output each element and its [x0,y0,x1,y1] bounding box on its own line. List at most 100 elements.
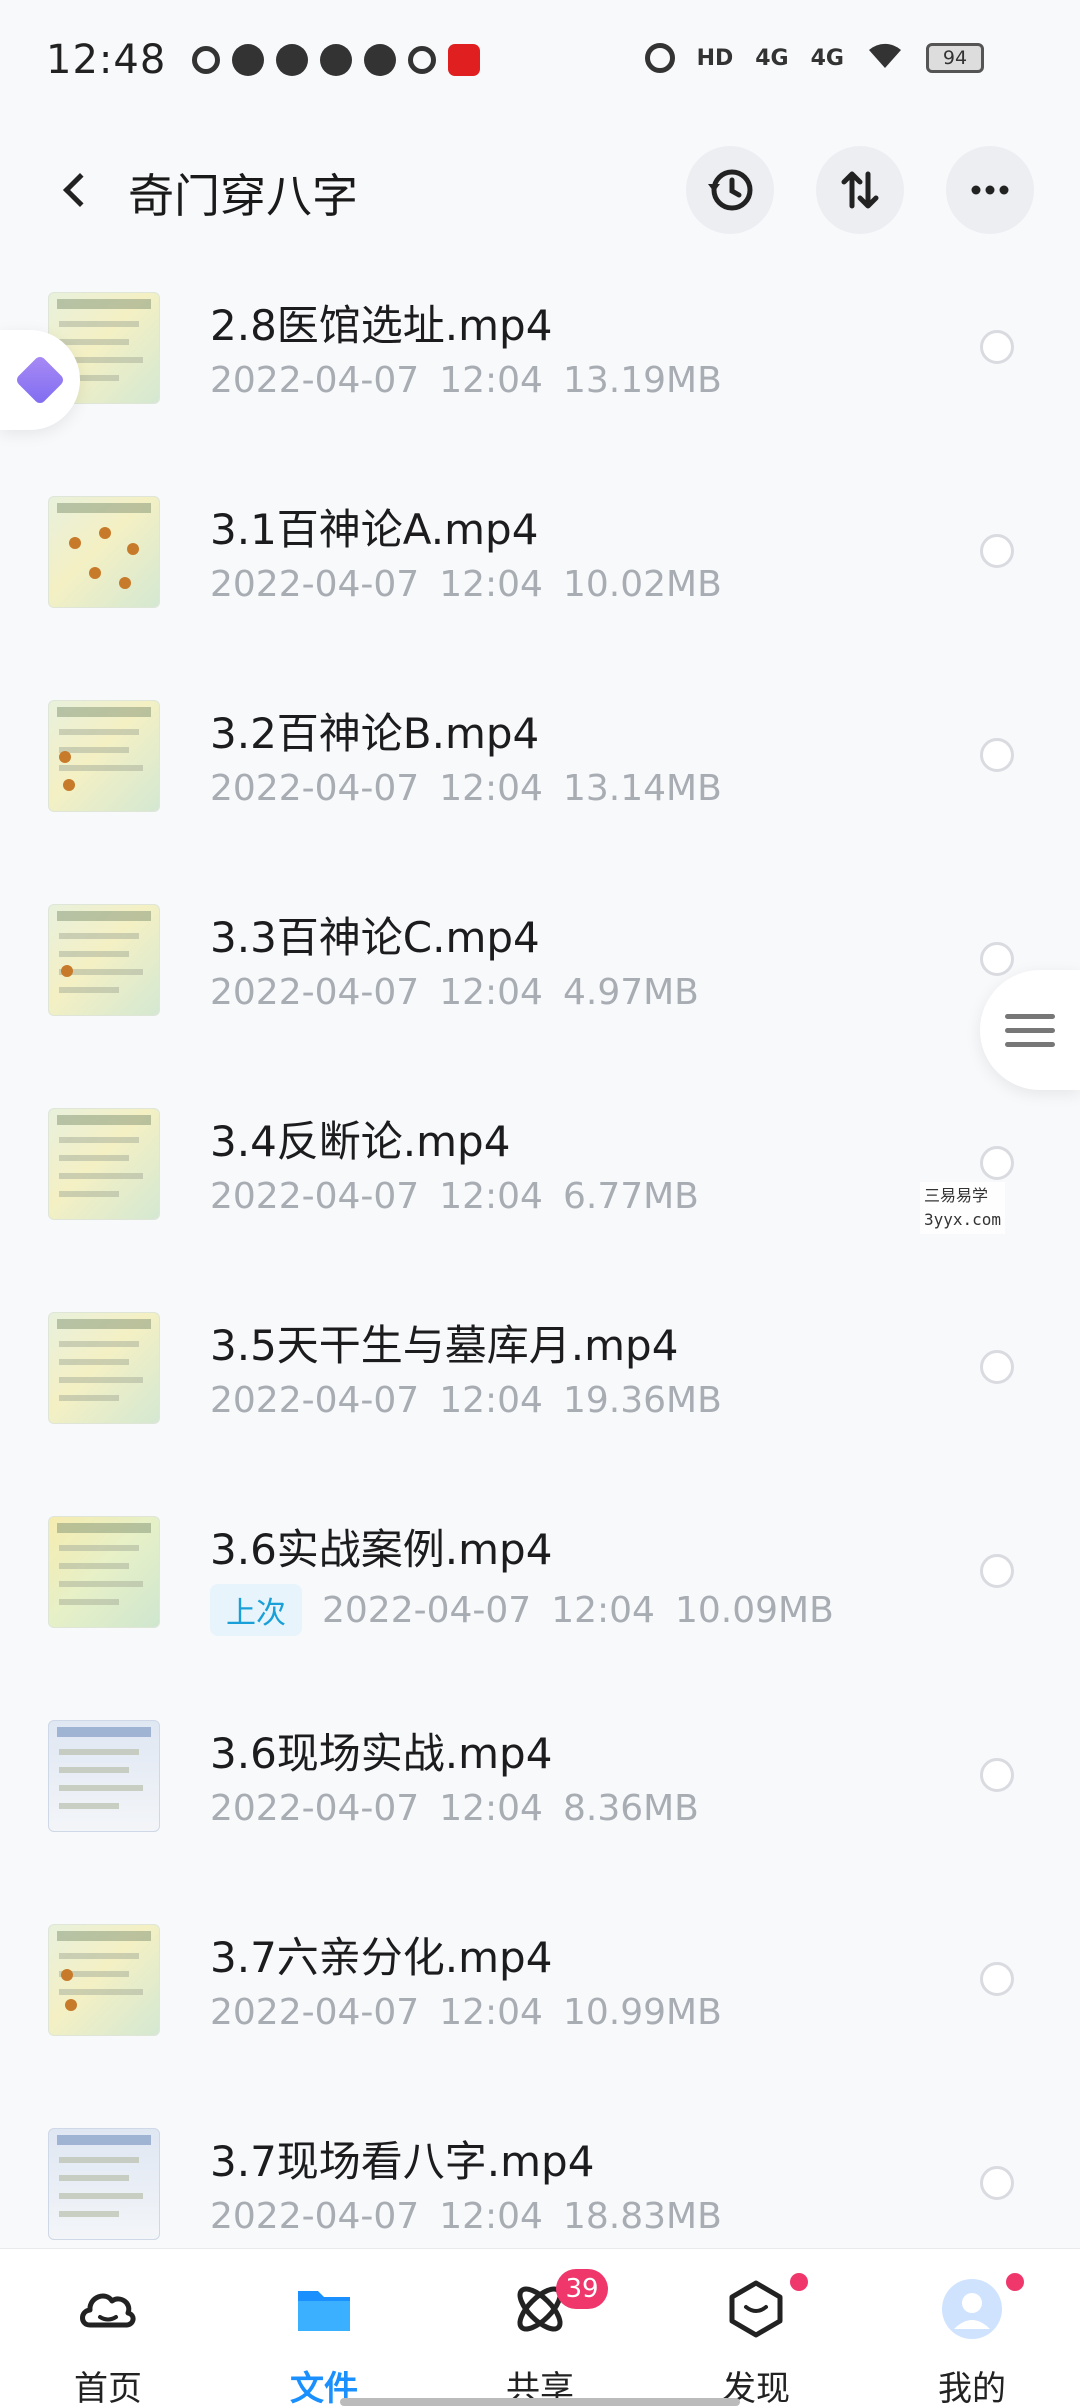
select-radio[interactable] [980,942,1014,976]
select-radio[interactable] [980,1758,1014,1792]
cloud-home-icon [80,2293,136,2328]
video-thumbnail [48,496,160,608]
select-radio[interactable] [980,738,1014,772]
file-date: 2022-04-07 [210,768,420,809]
video-thumbnail [48,1720,160,1832]
file-name: 2.8医馆选址.mp4 [210,301,553,350]
select-radio[interactable] [980,1554,1014,1588]
wifi-icon [866,40,904,76]
file-meta: 2022-04-07 12:04 6.77MB [210,1176,699,1217]
app-header: 奇门穿八字 [0,140,1080,240]
file-time: 12:04 [439,972,543,1013]
video-thumbnail [48,1108,160,1220]
tab-home[interactable]: 首页 [38,2277,178,2408]
file-meta: 2022-04-07 12:04 4.97MB [210,972,699,1013]
status-right: HD 4G 4G 94 [644,40,984,76]
file-row[interactable]: 3.7六亲分化.mp4 2022-04-07 12:04 10.99MB [0,1892,1080,2096]
diamond-icon [14,354,66,406]
file-name: 3.7现场看八字.mp4 [210,2137,595,2186]
notification-icons [192,44,481,76]
file-list: 2.8医馆选址.mp4 2022-04-07 12:04 13.19MB 3.1… [0,260,1080,2300]
file-date: 2022-04-07 [210,360,420,401]
alarm-icon [644,43,675,73]
file-date: 2022-04-07 [210,2196,420,2237]
file-meta: 2022-04-07 12:04 8.36MB [210,1788,699,1829]
back-icon [63,173,97,207]
file-row[interactable]: 3.6现场实战.mp4 2022-04-07 12:04 8.36MB [0,1688,1080,1892]
cloud-icon [364,44,397,76]
file-meta: 2022-04-07 12:04 19.36MB [210,1380,722,1421]
file-size: 13.14MB [562,768,722,809]
hd-label: HD [696,45,734,71]
file-size: 10.99MB [562,1992,722,2033]
video-thumbnail [48,1924,160,2036]
tab-label: 我的 [938,2369,1006,2408]
file-time: 12:04 [439,360,543,401]
file-size: 13.19MB [562,360,722,401]
select-radio[interactable] [980,534,1014,568]
file-size: 10.02MB [562,564,722,605]
tab-files[interactable]: 文件 [254,2277,394,2408]
file-date: 2022-04-07 [210,564,420,605]
file-row[interactable]: 2.8医馆选址.mp4 2022-04-07 12:04 13.19MB [0,260,1080,464]
signal-4g-1: 4G [755,45,789,71]
file-time: 12:04 [439,2196,543,2237]
link-icon [408,46,437,74]
last-viewed-badge: 上次 [210,1584,302,1636]
compass-icon [232,44,265,76]
file-row[interactable]: 3.5天干生与墓库月.mp4 2022-04-07 12:04 19.36MB [0,1280,1080,1484]
file-time: 12:04 [439,1176,543,1217]
tab-discover[interactable]: 发现 [686,2273,826,2408]
more-button[interactable] [946,146,1034,234]
signal-4g-2: 4G [810,45,844,71]
file-row[interactable]: 3.6实战案例.mp4 上次 2022-04-07 12:04 10.09MB [0,1484,1080,1688]
share-count-badge: 39 [556,2269,608,2309]
video-thumbnail [48,700,160,812]
battery-indicator: 94 [926,43,984,73]
file-date: 2022-04-07 [210,972,420,1013]
history-button[interactable] [686,146,774,234]
file-row[interactable]: 3.2百神论B.mp4 2022-04-07 12:04 13.14MB [0,668,1080,872]
app-icon [276,44,309,76]
file-date: 2022-04-07 [210,1788,420,1829]
file-name: 3.3百神论C.mp4 [210,913,540,962]
file-meta: 2022-04-07 12:04 18.83MB [210,2196,722,2237]
menu-line-icon [1005,1013,1055,1019]
home-indicator [340,2398,740,2406]
video-thumbnail [48,1312,160,1424]
tab-share[interactable]: 39 共享 [470,2269,610,2408]
file-name: 3.6现场实战.mp4 [210,1729,553,1778]
file-date: 2022-04-07 [210,1992,420,2033]
file-name: 3.4反断论.mp4 [210,1117,511,1166]
select-radio[interactable] [980,2166,1014,2200]
tab-label: 首页 [74,2369,142,2408]
app-red-icon [448,44,481,76]
page-title: 奇门穿八字 [128,169,358,223]
file-date: 2022-04-07 [210,1176,420,1217]
back-button[interactable] [50,160,110,220]
file-row[interactable]: 3.1百神论A.mp4 2022-04-07 12:04 10.02MB [0,464,1080,668]
file-size: 10.09MB [674,1589,834,1631]
file-name: 3.6实战案例.mp4 [210,1525,553,1574]
select-radio[interactable] [980,1146,1014,1180]
file-row[interactable]: 3.4反断论.mp4 2022-04-07 12:04 6.77MB [0,1076,1080,1280]
select-radio[interactable] [980,1962,1014,1996]
notification-dot [790,2273,808,2291]
sort-icon [841,171,879,209]
flame-icon [320,44,353,76]
folder-icon [298,2291,350,2331]
sort-button[interactable] [816,146,904,234]
video-thumbnail [48,2128,160,2240]
avatar-icon [942,2279,1002,2339]
tab-mine[interactable]: 我的 [902,2273,1042,2408]
file-name: 3.2百神论B.mp4 [210,709,540,758]
select-radio[interactable] [980,1350,1014,1384]
status-time: 12:48 [46,37,167,83]
menu-line-icon [1005,1041,1055,1047]
file-row[interactable]: 3.3百神论C.mp4 2022-04-07 12:04 4.97MB [0,872,1080,1076]
file-time: 12:04 [551,1589,655,1631]
file-time: 12:04 [439,1992,543,2033]
file-size: 8.36MB [562,1788,699,1829]
video-thumbnail [48,1516,160,1628]
select-radio[interactable] [980,330,1014,364]
